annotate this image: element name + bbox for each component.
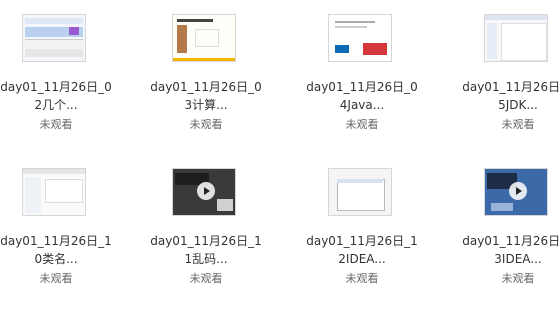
file-name[interactable]: day01_11月26日_12IDEA...	[306, 232, 418, 268]
file-card-02[interactable]: day01_11月26日_02几个... 未观看	[0, 0, 130, 150]
play-icon[interactable]	[197, 182, 215, 200]
video-thumbnail-icon[interactable]	[172, 168, 236, 216]
file-card-04[interactable]: day01_11月26日_04Java... 未观看	[306, 0, 436, 150]
video-thumbnail-icon[interactable]	[484, 168, 548, 216]
webpage-thumbnail-icon[interactable]	[328, 14, 392, 62]
spreadsheet-thumbnail-icon[interactable]	[22, 14, 86, 62]
file-name[interactable]: day01_11月26日_04Java...	[306, 78, 418, 114]
file-card-05[interactable]: day01_11月26日_05JDK... 未观看	[462, 0, 559, 150]
watch-status: 未观看	[345, 272, 379, 285]
watch-status: 未观看	[501, 272, 535, 285]
watch-status: 未观看	[189, 118, 223, 131]
watch-status: 未观看	[39, 272, 73, 285]
file-card-10[interactable]: day01_11月26日_10类名... 未观看	[0, 154, 130, 304]
window-thumbnail-icon[interactable]	[328, 168, 392, 216]
file-name[interactable]: day01_11月26日_13IDEA...	[462, 232, 559, 268]
window-thumbnail-icon[interactable]	[484, 14, 548, 62]
file-card-13[interactable]: day01_11月26日_13IDEA... 未观看	[462, 154, 559, 304]
file-name[interactable]: day01_11月26日_11乱码...	[150, 232, 262, 268]
file-name[interactable]: day01_11月26日_10类名...	[0, 232, 112, 268]
file-card-03[interactable]: day01_11月26日_03计算... 未观看	[150, 0, 280, 150]
watch-status: 未观看	[345, 118, 379, 131]
document-thumbnail-icon[interactable]	[172, 14, 236, 62]
play-icon[interactable]	[509, 182, 527, 200]
window-thumbnail-icon[interactable]	[22, 168, 86, 216]
watch-status: 未观看	[189, 272, 223, 285]
file-name[interactable]: day01_11月26日_05JDK...	[462, 78, 559, 114]
file-card-12[interactable]: day01_11月26日_12IDEA... 未观看	[306, 154, 436, 304]
file-card-11[interactable]: day01_11月26日_11乱码... 未观看	[150, 154, 280, 304]
file-grid: day01_11月26日_02几个... 未观看 day01_11月26日_03…	[0, 0, 559, 310]
file-name[interactable]: day01_11月26日_02几个...	[0, 78, 112, 114]
watch-status: 未观看	[39, 118, 73, 131]
file-name[interactable]: day01_11月26日_03计算...	[150, 78, 262, 114]
watch-status: 未观看	[501, 118, 535, 131]
